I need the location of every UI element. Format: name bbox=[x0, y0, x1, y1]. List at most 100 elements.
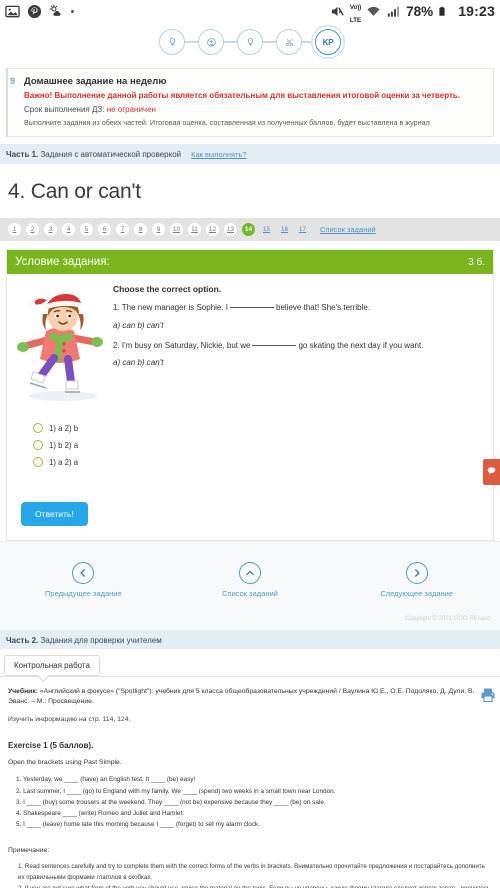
exercise-item: 5. I ____ (leave) home late this morning… bbox=[16, 821, 261, 829]
task-number-11[interactable]: 11 bbox=[188, 223, 201, 237]
task-number-strip: 1 2 3 4 5 6 7 8 9 10 11 12 13 14 15 16 1… bbox=[0, 218, 500, 242]
exercise-item-list: 1. Yesterday, we ____ (have) an English … bbox=[8, 774, 492, 830]
badge-connector bbox=[263, 41, 276, 43]
textbook-label: Учебник: bbox=[8, 688, 39, 696]
task-navigation-footer: Предыдущее задание Список заданий Следую… bbox=[0, 541, 500, 613]
exercise-item: 4. Shakespeare ____ (write) Romeo and Ju… bbox=[16, 810, 185, 818]
answer-option-2[interactable]: 1) b 2) a bbox=[33, 440, 493, 451]
exercise-item: 2. Last summer, I ____ (go) to England w… bbox=[16, 787, 336, 795]
task-number-1[interactable]: 1 bbox=[8, 223, 21, 237]
page-title: 4. Can or can't bbox=[0, 164, 500, 219]
task-number-3[interactable]: 3 bbox=[44, 223, 57, 237]
badge-lightbulb-2[interactable] bbox=[237, 29, 263, 55]
note-section: Примечание: 1. Read sentences carefully … bbox=[0, 831, 500, 888]
task-body: Choose the correct option. 1. The new ma… bbox=[7, 274, 493, 417]
volte-icon: Vo)) LTE bbox=[349, 0, 362, 25]
note-item-list: 1. Read sentences carefully and try to c… bbox=[8, 861, 492, 888]
badge-list: KP bbox=[159, 29, 341, 55]
textbook-section: Учебник: «Английский в фокусе» ("Spotlig… bbox=[0, 677, 500, 729]
part1-bold: Часть 1. bbox=[6, 149, 39, 159]
ice-skating-girl-illustration bbox=[11, 282, 107, 407]
submit-answer-button[interactable]: Ответить! bbox=[21, 502, 88, 527]
task-number-15[interactable]: 15 bbox=[260, 223, 273, 236]
question-2-options: a) can b) can't bbox=[113, 357, 164, 367]
part1-rest: Задания с автоматической проверкой bbox=[38, 149, 182, 159]
note-item: 2. If you are not sure what form of the … bbox=[18, 883, 492, 888]
radio-icon[interactable] bbox=[33, 440, 43, 451]
task-number-6[interactable]: 6 bbox=[98, 223, 111, 237]
question-1-text: 1. The new manager is Sophie. I believe t… bbox=[113, 303, 487, 313]
task-header: Условие задания: 3 б. bbox=[7, 250, 493, 275]
task-number-5[interactable]: 5 bbox=[80, 223, 93, 237]
exercise-title: Exercise 1 (5 баллов). bbox=[8, 741, 94, 751]
answer-option-1[interactable]: 1) a 2) b bbox=[33, 423, 493, 434]
how-to-link[interactable]: Как выполнять? bbox=[191, 150, 246, 159]
task-number-10[interactable]: 10 bbox=[170, 223, 183, 237]
clock: 19:23 bbox=[458, 3, 495, 19]
task-number-14-active[interactable]: 14 bbox=[242, 223, 255, 237]
weather-icon bbox=[49, 4, 64, 19]
answer-option-1-label: 1) a 2) b bbox=[49, 423, 79, 433]
image-icon bbox=[5, 4, 20, 19]
part2-bold: Часть 2. bbox=[6, 635, 39, 645]
prev-task-label: Предыдущее задание bbox=[45, 589, 122, 599]
copyright-text: Copyright © 2021 ООО ЯКласс bbox=[0, 612, 500, 632]
task-number-13[interactable]: 13 bbox=[224, 223, 237, 237]
volte-line-2: LTE bbox=[349, 17, 361, 24]
exercise-item: 1. Yesterday, we ____ (have) an English … bbox=[16, 776, 196, 784]
note-title: Примечание: bbox=[8, 846, 50, 854]
badge-person[interactable] bbox=[198, 29, 224, 55]
status-bar: Vo)) LTE 78% 19:23 bbox=[0, 0, 500, 25]
question-column: Choose the correct option. 1. The new ma… bbox=[107, 282, 487, 407]
notice-deadline: Срок выполнения ДЗ: не ограничен bbox=[24, 105, 485, 114]
chat-widget-button[interactable] bbox=[483, 459, 500, 485]
question-2-after: go skating the next day if you want. bbox=[298, 340, 424, 350]
task-list-link[interactable]: Список заданий bbox=[320, 225, 376, 234]
radio-icon[interactable] bbox=[33, 423, 43, 434]
page-root: Vo)) LTE 78% 19:23 KP 9 Домашнее задание… bbox=[0, 0, 500, 888]
part2-title: Часть 2. Задания для проверки учителем bbox=[6, 636, 162, 645]
part2-bar: Часть 2. Задания для проверки учителем bbox=[0, 631, 500, 650]
chevron-left-icon bbox=[72, 562, 95, 585]
exercise-item: 3. I ____ (buy) some trousers at the wee… bbox=[16, 798, 326, 806]
instruction-text: Choose the correct option. bbox=[113, 284, 222, 295]
prev-task-link[interactable]: Предыдущее задание bbox=[0, 562, 167, 598]
chat-bubble-icon bbox=[486, 463, 497, 481]
chevron-up-icon bbox=[239, 562, 261, 585]
badge-kp[interactable]: KP bbox=[315, 29, 341, 55]
chevron-right-icon bbox=[405, 562, 428, 585]
task-number-7[interactable]: 7 bbox=[116, 223, 129, 237]
task-number-16[interactable]: 16 bbox=[278, 223, 291, 236]
submit-area: Ответить! bbox=[7, 474, 493, 540]
task-number-4[interactable]: 4 bbox=[62, 223, 75, 237]
task-list-nav-link[interactable]: Список заданий bbox=[167, 562, 334, 598]
task-number-8[interactable]: 8 bbox=[134, 223, 147, 237]
volte-line-1: Vo)) bbox=[349, 3, 362, 11]
tab-kontrolnaya-rabota[interactable]: Контрольная работа bbox=[4, 655, 100, 677]
question-2-before: 2. I'm busy on Saturday, Nickie, but we bbox=[113, 340, 251, 350]
printer-icon[interactable] bbox=[476, 687, 495, 723]
dot-icon bbox=[71, 9, 74, 13]
exercise-section: Exercise 1 (5 баллов). Open the brackets… bbox=[0, 729, 500, 830]
notice-description: Выполните задания из обеих частей. Итого… bbox=[24, 118, 430, 128]
task-list-nav-label: Список заданий bbox=[222, 589, 278, 599]
answer-option-3[interactable]: 1) a 2) a bbox=[33, 457, 493, 468]
next-task-link[interactable]: Следующее задание bbox=[333, 562, 500, 598]
part1-title: Часть 1. Задания с автоматической провер… bbox=[6, 150, 181, 159]
question-1-after: believe that! She's terrible. bbox=[276, 303, 371, 313]
next-task-label: Следующее задание bbox=[380, 589, 454, 599]
task-number-17[interactable]: 17 bbox=[296, 223, 309, 236]
status-bar-notifications bbox=[5, 4, 74, 19]
tab-strip: Контрольная работа bbox=[0, 649, 500, 678]
badge-scissors[interactable] bbox=[276, 29, 302, 55]
badge-lightbulb-1[interactable] bbox=[159, 29, 185, 55]
textbook-citation-text: «Английский в фокусе» ("Spotlight"): уче… bbox=[8, 688, 475, 706]
badge-connector bbox=[185, 41, 198, 43]
notice-title: Домашнее задание на неделю bbox=[24, 76, 167, 87]
radio-icon[interactable] bbox=[33, 457, 43, 468]
task-number-12[interactable]: 12 bbox=[206, 223, 219, 237]
status-bar-system: Vo)) LTE 78% 19:23 bbox=[330, 0, 495, 25]
task-number-2[interactable]: 2 bbox=[26, 223, 39, 237]
notice-warning: Важно! Выполнение данной работы является… bbox=[24, 91, 461, 100]
task-number-9[interactable]: 9 bbox=[152, 223, 165, 237]
